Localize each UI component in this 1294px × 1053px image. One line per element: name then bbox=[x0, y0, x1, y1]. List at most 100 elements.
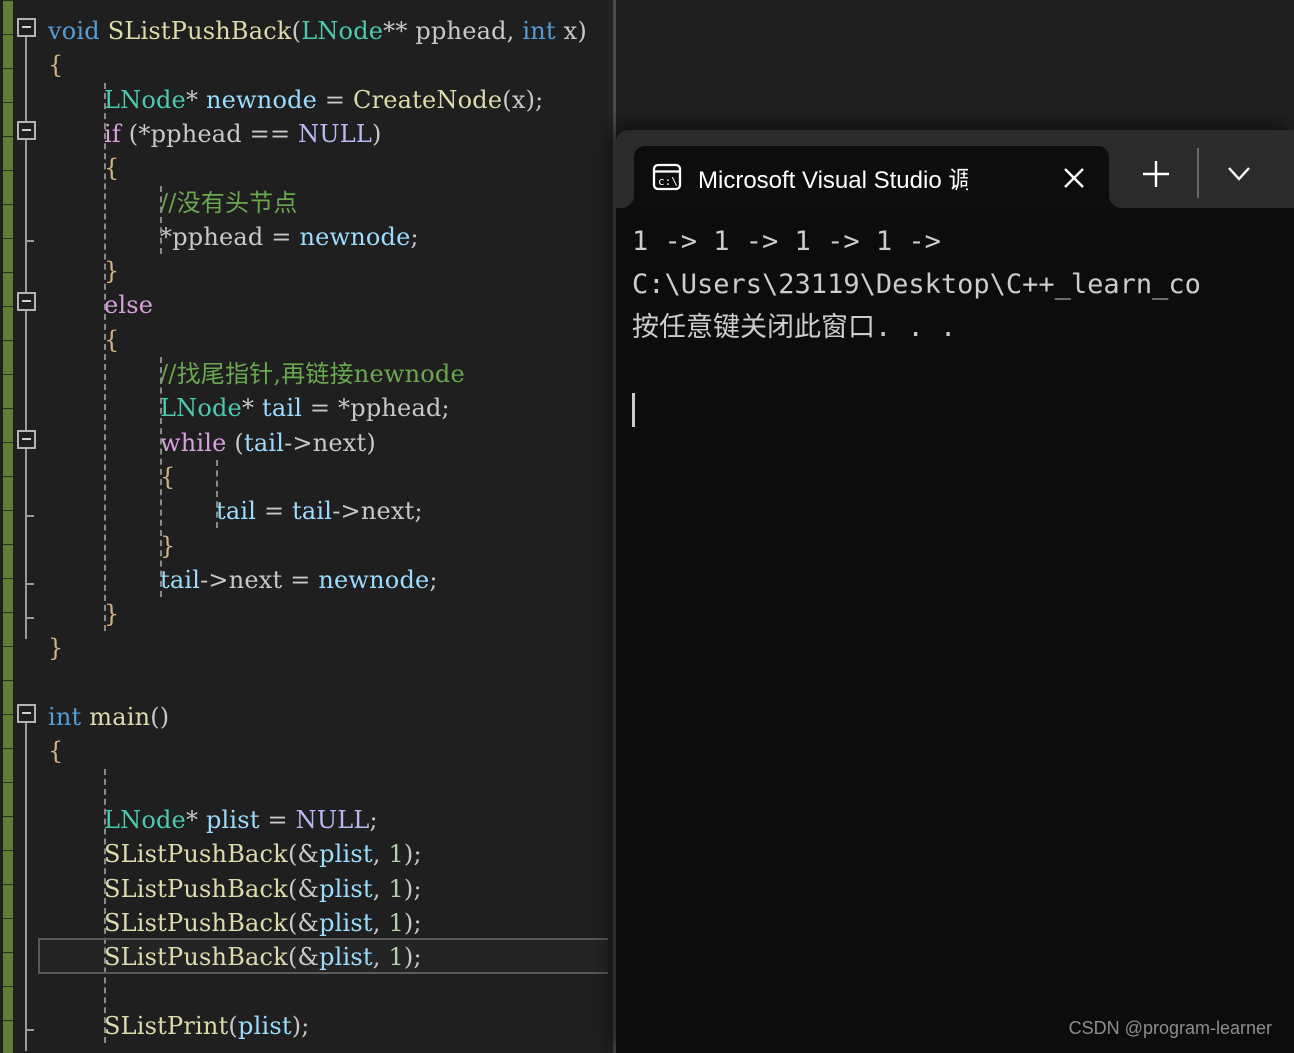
change-bar-tick bbox=[3, 1020, 13, 1021]
code-token: newnode bbox=[205, 85, 318, 114]
code-line[interactable]: tail->next = newnode; bbox=[40, 563, 438, 597]
code-line[interactable]: *pphead = newnode; bbox=[40, 220, 419, 254]
chevron-down-icon[interactable] bbox=[1218, 156, 1260, 192]
code-line[interactable]: { bbox=[40, 151, 119, 185]
fold-toggle-button[interactable] bbox=[17, 120, 36, 140]
new-tab-button[interactable] bbox=[1134, 152, 1178, 196]
debug-console-window[interactable]: c:\ Microsoft Visual Studio 调试控制台 bbox=[616, 130, 1294, 1053]
change-bar-tick bbox=[3, 408, 13, 409]
fold-toggle-button[interactable] bbox=[17, 18, 36, 37]
change-bar-tick bbox=[3, 952, 13, 953]
code-token: //没有头节点 bbox=[160, 188, 298, 217]
code-line[interactable]: SListPrint(plist); bbox=[40, 1009, 310, 1043]
console-output-line: 按任意键关闭此窗口. . . bbox=[632, 312, 957, 343]
code-token: plist bbox=[319, 840, 373, 869]
code-line[interactable]: LNode* tail = *pphead; bbox=[40, 391, 450, 425]
code-line[interactable] bbox=[40, 666, 48, 700]
code-token: if bbox=[104, 119, 121, 148]
code-token: SListPushBack bbox=[104, 908, 288, 937]
code-token: pphead bbox=[172, 222, 264, 251]
change-bar-tick bbox=[3, 918, 13, 919]
change-bar-tick bbox=[3, 102, 13, 103]
fold-toggle-button[interactable] bbox=[17, 292, 36, 312]
code-line[interactable]: { bbox=[40, 734, 63, 768]
code-line[interactable]: { bbox=[40, 323, 119, 357]
code-token: 1 bbox=[388, 874, 404, 903]
code-token: //找尾指针,再链接newnode bbox=[160, 360, 465, 388]
code-token: ; bbox=[414, 497, 423, 526]
code-line[interactable]: //没有头节点 bbox=[40, 186, 298, 220]
code-token: { bbox=[104, 325, 120, 354]
code-token: CreateNode bbox=[353, 85, 503, 114]
code-line[interactable]: void SListPushBack(LNode** pphead, int x… bbox=[40, 14, 587, 48]
code-line[interactable]: else bbox=[40, 288, 153, 322]
code-line[interactable]: { bbox=[40, 48, 63, 82]
code-line[interactable]: SListPushBack(&plist, 1); bbox=[40, 837, 422, 871]
change-bar-tick bbox=[3, 238, 13, 239]
code-line[interactable]: } bbox=[40, 631, 63, 665]
fold-toggle-button[interactable] bbox=[17, 429, 36, 449]
code-token: newnode bbox=[318, 565, 430, 594]
indent-guide bbox=[216, 459, 218, 529]
code-token: LNode bbox=[104, 805, 186, 834]
code-line[interactable] bbox=[40, 769, 104, 803]
code-token: next bbox=[312, 428, 367, 457]
code-token: ; bbox=[369, 805, 378, 834]
code-token: } bbox=[104, 600, 120, 629]
change-bar-tick bbox=[3, 34, 13, 35]
code-token: ) bbox=[577, 17, 587, 45]
editor-gutter[interactable] bbox=[13, 0, 40, 1053]
code-editor[interactable]: void SListPushBack(LNode** pphead, int x… bbox=[0, 0, 616, 1053]
code-token: pphead bbox=[415, 17, 507, 45]
code-line[interactable]: tail = tail->next; bbox=[40, 494, 423, 528]
code-text-area[interactable]: void SListPushBack(LNode** pphead, int x… bbox=[40, 0, 616, 1053]
code-token: pphead bbox=[350, 394, 442, 423]
code-line[interactable]: } bbox=[40, 597, 119, 631]
code-token: == bbox=[241, 119, 299, 148]
console-tab[interactable]: c:\ Microsoft Visual Studio 调试控制台 bbox=[620, 146, 1109, 208]
console-title-bar[interactable]: c:\ Microsoft Visual Studio 调试控制台 bbox=[616, 130, 1294, 208]
code-line[interactable]: LNode* plist = NULL; bbox=[40, 803, 378, 837]
current-line-highlight bbox=[38, 938, 616, 975]
change-bar-tick bbox=[3, 714, 13, 715]
code-line[interactable]: { bbox=[40, 460, 175, 494]
code-token: tail bbox=[243, 428, 285, 457]
indent-guide bbox=[104, 82, 106, 632]
code-token: } bbox=[48, 634, 64, 663]
change-bar-tick bbox=[3, 782, 13, 783]
code-line[interactable]: int main() bbox=[40, 700, 169, 734]
code-token: pphead bbox=[150, 119, 242, 148]
fold-range-foot bbox=[25, 514, 34, 517]
code-token: , bbox=[506, 17, 523, 45]
console-output-area[interactable]: 1 -> 1 -> 1 -> 1 -> C:\Users\23119\Deskt… bbox=[616, 208, 1294, 1053]
change-bar-tick bbox=[3, 204, 13, 205]
code-line[interactable]: if (*pphead == NULL) bbox=[40, 117, 382, 151]
code-token: ( bbox=[226, 428, 244, 457]
close-icon[interactable] bbox=[1057, 161, 1091, 195]
code-token: ( bbox=[291, 17, 302, 45]
code-token: { bbox=[160, 462, 176, 491]
code-line[interactable]: LNode* newnode = CreateNode(x); bbox=[40, 83, 543, 117]
fold-range-line bbox=[25, 447, 27, 537]
watermark-label: CSDN @program-learner bbox=[1068, 1018, 1272, 1038]
code-line[interactable]: while (tail->next) bbox=[40, 426, 376, 460]
code-token: newnode bbox=[299, 222, 411, 251]
change-bar-tick bbox=[3, 850, 13, 851]
code-token: NULL bbox=[295, 805, 370, 834]
svg-text:c:\: c:\ bbox=[658, 175, 678, 188]
change-bar-tick bbox=[3, 374, 13, 375]
code-token: 1 bbox=[388, 908, 404, 937]
code-token: ) bbox=[372, 119, 382, 148]
code-line[interactable]: } bbox=[40, 254, 119, 288]
code-line[interactable] bbox=[40, 974, 104, 1008]
code-line[interactable]: SListPushBack(&plist, 1); bbox=[40, 872, 422, 906]
code-token: ); bbox=[525, 85, 544, 114]
code-token: = bbox=[259, 805, 296, 834]
code-token: LNode bbox=[301, 17, 384, 45]
code-line[interactable]: } bbox=[40, 529, 175, 563]
fold-toggle-button[interactable] bbox=[17, 704, 36, 723]
code-line[interactable]: SListPushBack(&plist, 1); bbox=[40, 906, 422, 940]
console-caret bbox=[632, 393, 635, 427]
code-token: ( bbox=[228, 1011, 238, 1040]
code-token: tail bbox=[216, 497, 257, 526]
